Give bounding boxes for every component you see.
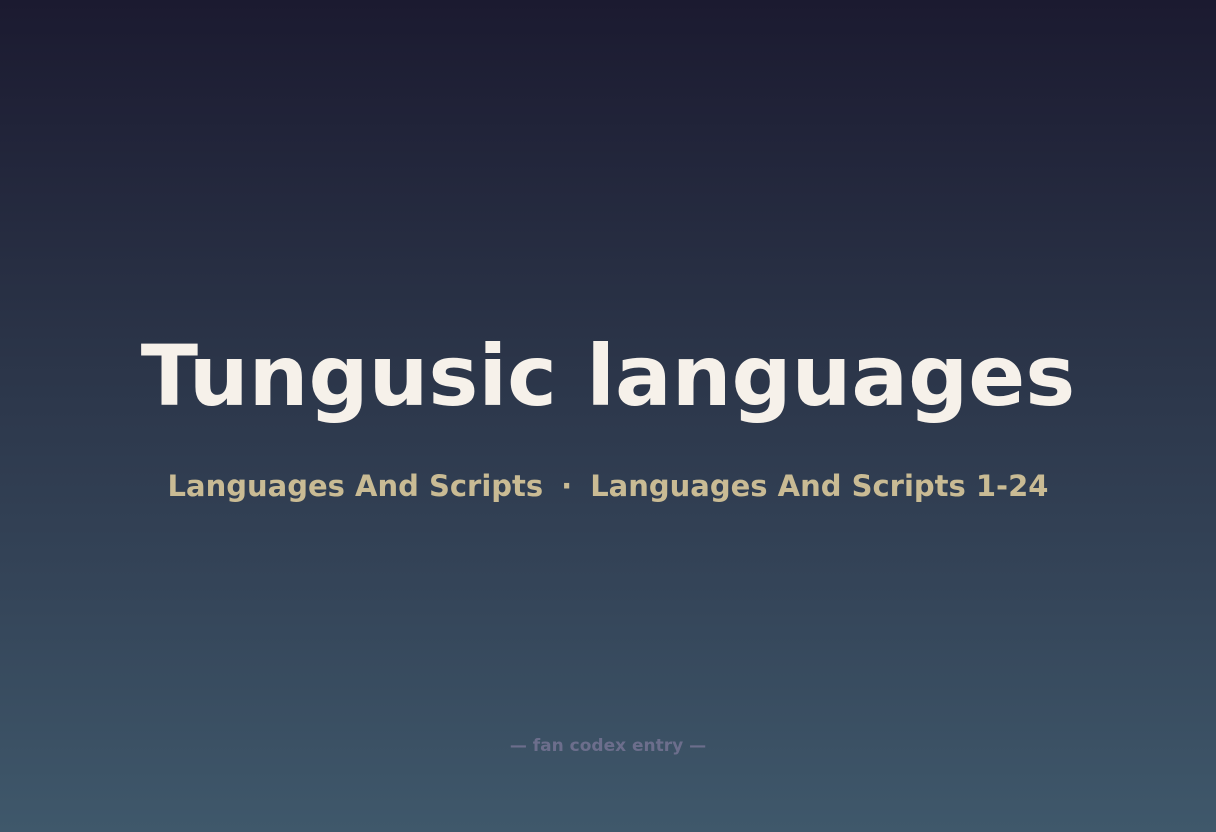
subtitle: Languages And Scripts · Languages And Scri… bbox=[0, 466, 1216, 506]
subtitle-category: Languages And Scripts bbox=[167, 469, 544, 503]
page-title: Tungusic languages bbox=[140, 327, 1076, 425]
footer-tagline: — fan codex entry — bbox=[509, 736, 707, 756]
subtitle-separator: · bbox=[561, 469, 573, 503]
subtitle-series: Languages And Scripts 1-24 bbox=[590, 469, 1049, 503]
